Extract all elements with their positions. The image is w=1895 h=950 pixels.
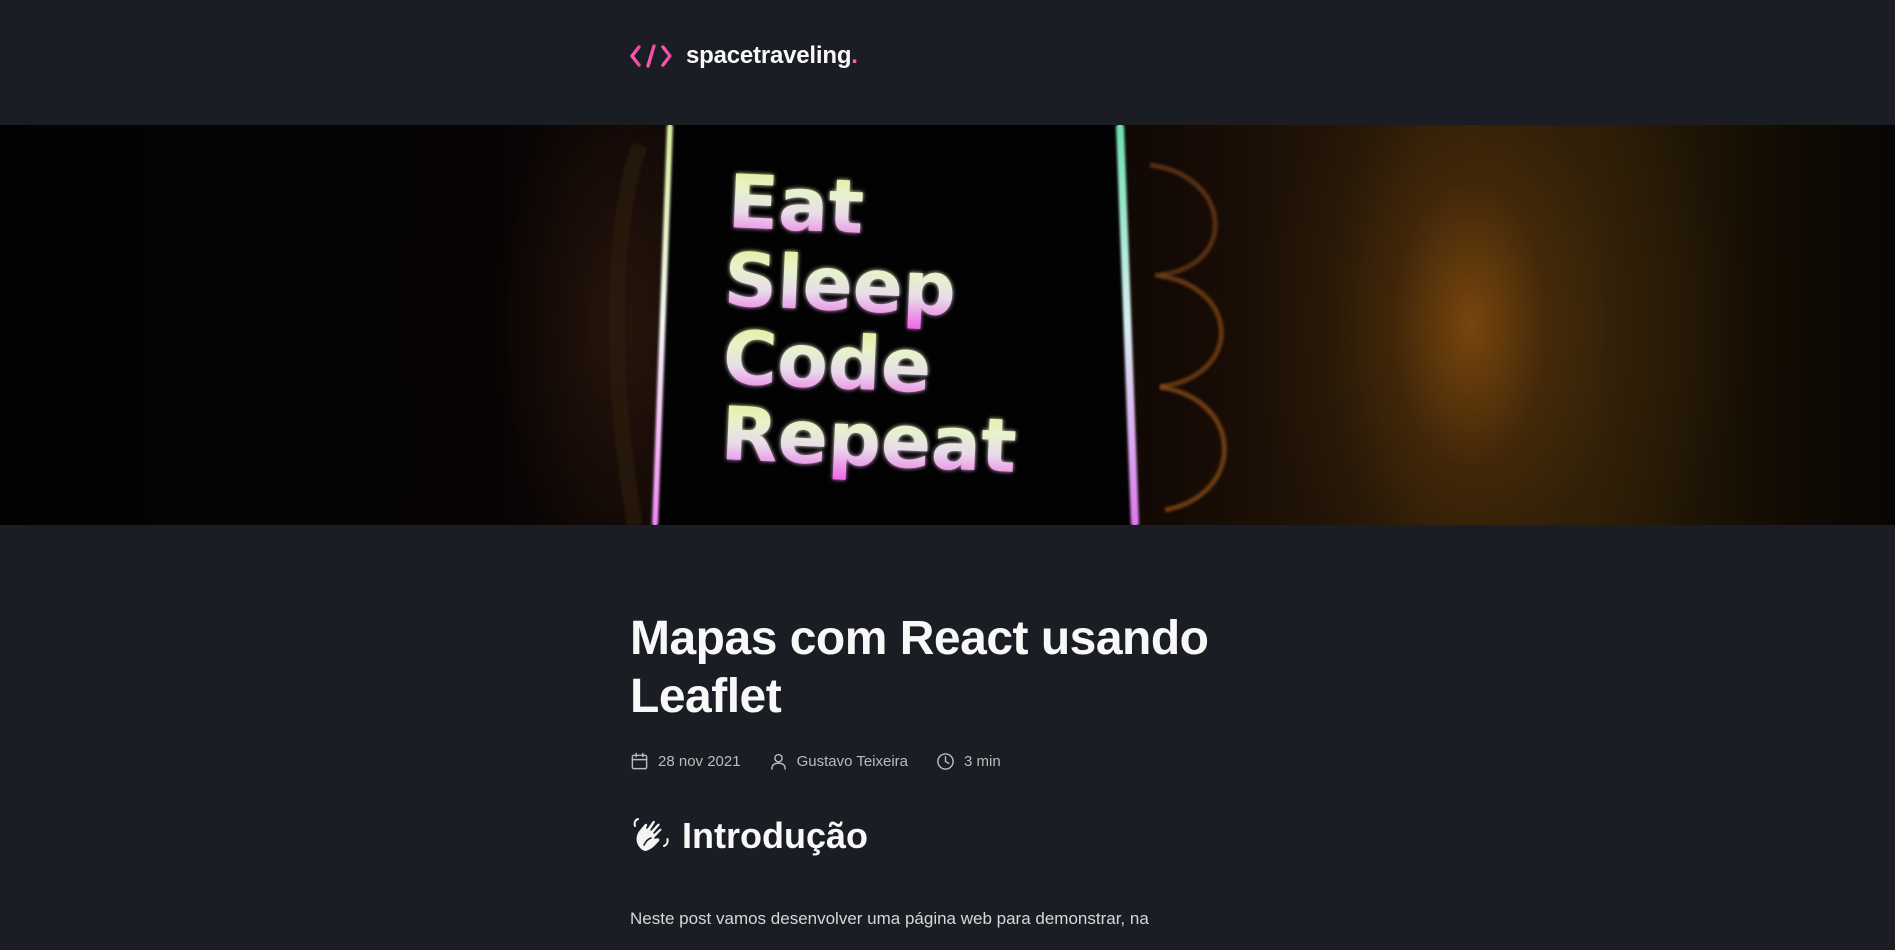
post-content: Mapas com React usando Leaflet 28 nov 20… — [630, 525, 1270, 950]
post-title: Mapas com React usando Leaflet — [630, 612, 1209, 723]
post-paragraph: Neste post vamos desenvolver uma página … — [630, 909, 1149, 928]
post-info: 28 nov 2021 Gustavo Teixeira 3 min — [630, 752, 1270, 771]
post-reading-time-text: 3 min — [964, 753, 1001, 770]
post-author: Gustavo Teixeira — [769, 752, 908, 771]
section-heading: Introdução — [630, 815, 1270, 857]
banner-phone-illustration: Eat Sleep Code Repeat — [608, 125, 1227, 525]
clock-icon — [937, 753, 954, 770]
site-logo[interactable]: spacetraveling. — [630, 42, 858, 70]
post-banner-image: Eat Sleep Code Repeat — [0, 125, 1895, 525]
waving-hand-icon — [633, 818, 669, 853]
code-brackets-icon — [630, 44, 672, 68]
logo-dot: . — [851, 42, 858, 69]
user-icon — [770, 753, 786, 770]
banner-line-repeat: Repeat — [719, 391, 1018, 490]
calendar-icon — [631, 752, 648, 770]
site-header: spacetraveling. — [0, 0, 1895, 125]
post-author-name: Gustavo Teixeira — [796, 753, 909, 770]
post-reading-time: 3 min — [936, 752, 1001, 771]
section-heading-text: Introdução — [682, 815, 868, 856]
post-date-text: 28 nov 2021 — [658, 753, 741, 770]
post-date: 28 nov 2021 — [630, 752, 741, 771]
logo-text: spacetraveling. — [686, 42, 858, 69]
